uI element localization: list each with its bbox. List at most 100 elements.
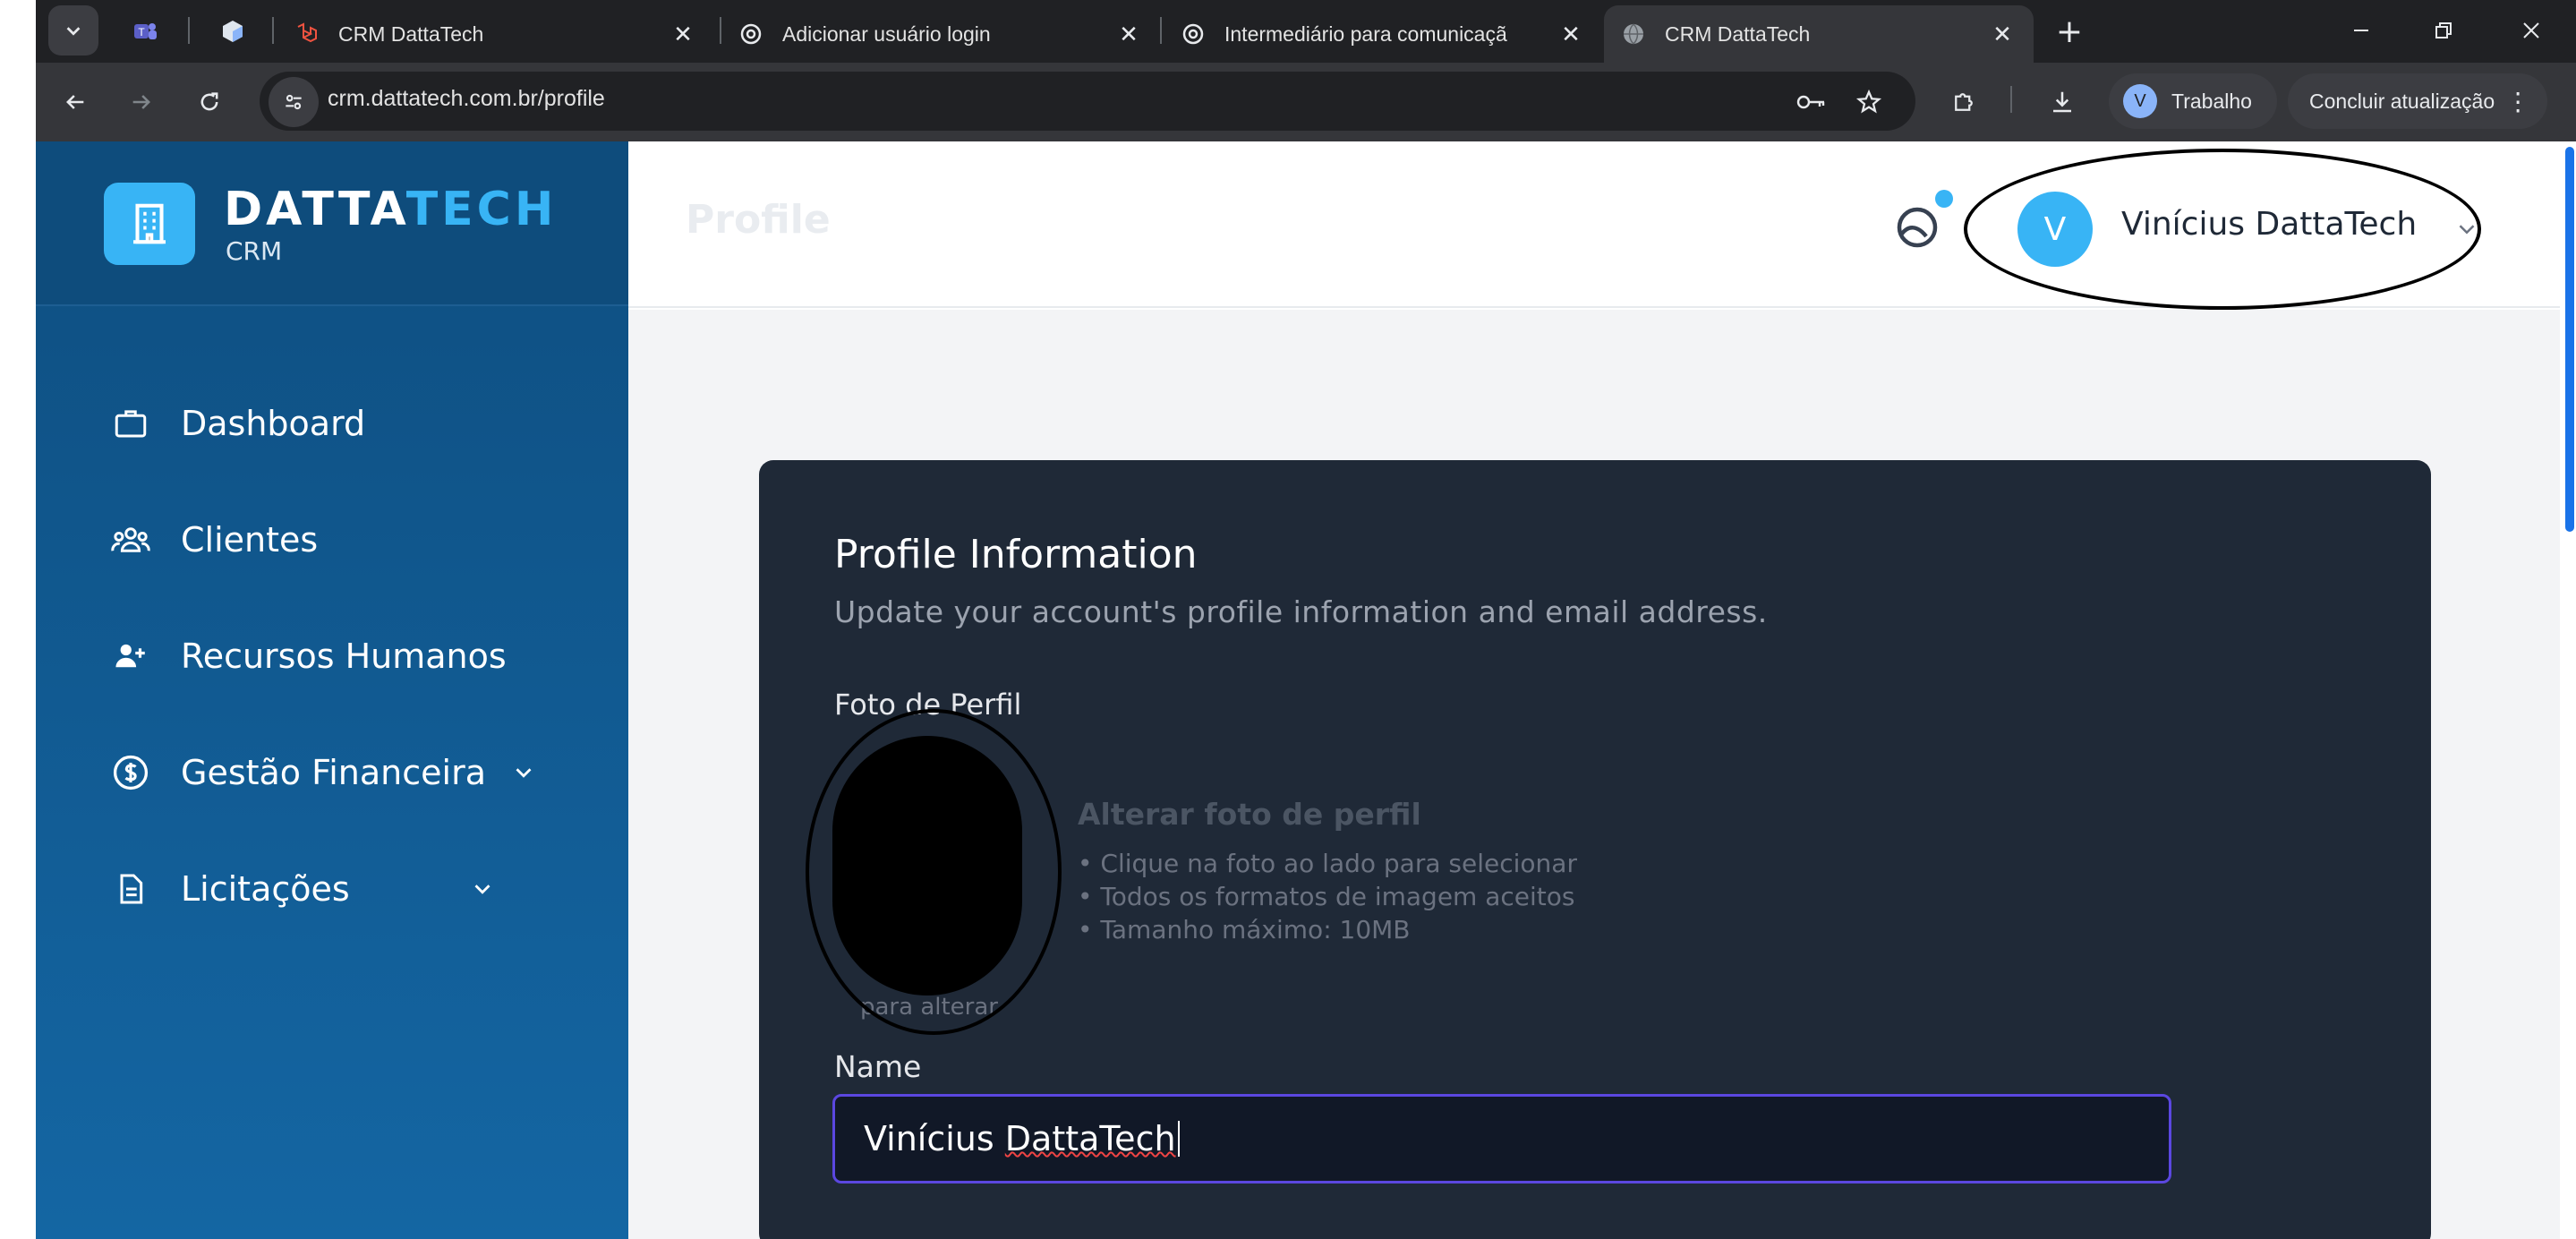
update-label: Concluir atualização [2309,89,2495,113]
dollar-circle-icon [107,749,154,796]
chatgpt-icon [738,21,764,47]
building-icon [133,203,166,244]
download-icon [2053,91,2071,113]
sidebar-item-label: Dashboard [181,404,366,443]
user-plus-icon [107,633,154,679]
update-button[interactable]: Concluir atualização ⋮ [2288,73,2547,129]
sidebar-item-label: Recursos Humanos [181,637,507,676]
document-icon [107,866,154,912]
profile-avatar: V [2123,84,2157,118]
restore-icon [2435,22,2452,38]
brand-name-part2: TECH [405,183,558,236]
extensions-button[interactable] [1939,77,1989,127]
bookmark-button[interactable] [1844,77,1894,127]
close-icon[interactable]: ✕ [1987,19,2017,49]
pinned-tab-app[interactable] [208,9,258,54]
name-input-second: DattaTech [1004,1119,1176,1158]
notification-badge [1935,190,1953,208]
tab-separator [272,17,274,44]
close-window-button[interactable] [2486,5,2576,56]
screen: T CRM DattaTech ✕ Adicionar usuário logi… [0,0,2576,1239]
downloads-button[interactable] [2037,77,2087,127]
browser-profile-button[interactable]: V Trabalho [2109,73,2277,129]
tab-intermediario[interactable]: Intermediário para comunicaçã ✕ [1164,5,1602,63]
left-gutter [0,0,36,1239]
sidebar-item-recursos-humanos[interactable]: Recursos Humanos [107,625,573,688]
key-icon [1796,95,1825,109]
arrow-left-icon [66,95,84,109]
change-photo-tip: • Tamanho máximo: 10MB [1078,915,1411,944]
annotation-ellipse [1964,149,2481,310]
close-icon[interactable]: ✕ [1556,19,1586,49]
annotation-ellipse [806,709,1062,1035]
new-tab-button[interactable]: + [2047,9,2092,54]
scrollbar-thumb[interactable] [2565,147,2574,532]
restore-button[interactable] [2399,5,2488,56]
close-icon [2523,22,2539,38]
users-group-icon [107,517,154,563]
sidebar-item-label: Gestão Financeira [181,753,486,792]
profile-label: Trabalho [2171,89,2252,113]
puzzle-icon [1955,93,1973,111]
globe-icon [1620,21,1647,47]
card-title: Profile Information [834,532,1198,577]
tab-title: CRM DattaTech [338,21,484,46]
chatgpt-icon [1180,21,1207,47]
minimize-icon [2354,30,2368,31]
notification-icon [1897,207,1938,248]
sidebar-item-label: Clientes [181,520,319,560]
name-label: Name [834,1049,922,1084]
reload-icon [200,92,218,111]
tab-adicionar-usuario[interactable]: Adicionar usuário login ✕ [721,5,1160,63]
chevron-down-icon[interactable] [466,873,499,905]
sidebar-item-gestao-financeira[interactable]: Gestão Financeira [107,741,573,804]
forward-button[interactable] [116,77,166,127]
page-title: Profile [686,197,831,243]
change-photo-title: Alterar foto de perfil [1078,797,1421,832]
sidebar-item-licitacoes[interactable]: Licitações [107,858,573,920]
more-vert-icon: ⋮ [2505,87,2531,115]
star-icon [1855,89,1882,114]
change-photo-tip: • Todos os formatos de imagem aceitos [1078,882,1575,911]
text-caret [1177,1121,1180,1157]
reload-button[interactable] [184,77,235,127]
brand-name-part1: DATTA [224,183,406,236]
tab-crm-1[interactable]: CRM DattaTech ✕ [277,5,714,63]
chevron-down-icon [66,27,81,36]
logo[interactable] [104,183,195,265]
tab-title: CRM DattaTech [1665,21,1811,46]
tab-search-button[interactable] [48,5,98,56]
tune-icon [286,94,302,110]
sidebar-item-dashboard[interactable]: Dashboard [107,392,573,455]
tab-title: Adicionar usuário login [782,21,991,46]
svg-text:T: T [138,26,145,38]
pinned-tab-teams[interactable]: T [120,9,170,54]
briefcase-icon [107,400,154,447]
plus-icon: + [2055,13,2084,50]
brand-name: DATTATECH [224,183,557,236]
tab-crm-active[interactable]: CRM DattaTech ✕ [1604,5,2034,63]
cube-icon [223,21,243,42]
brand-subtitle: CRM [226,236,283,266]
laravel-icon [294,21,320,47]
tab-separator [1160,17,1162,44]
tab-title: Intermediário para comunicaçã [1224,21,1507,46]
url-text[interactable]: crm.dattatech.com.br/profile [328,86,605,112]
site-info-button[interactable] [269,77,319,127]
tab-separator [188,17,190,44]
minimize-button[interactable] [2316,5,2406,56]
close-icon[interactable]: ✕ [1113,19,1144,49]
sidebar-item-clientes[interactable]: Clientes [107,508,573,571]
teams-icon: T [134,23,157,39]
card-description: Update your account's profile informatio… [834,594,1768,629]
password-key-button[interactable] [1787,77,1837,127]
name-input[interactable]: Vinícius DattaTech [832,1094,2171,1183]
toolbar-separator [2010,86,2012,113]
arrow-right-icon [132,95,150,109]
close-icon[interactable]: ✕ [668,19,698,49]
back-button[interactable] [50,77,100,127]
name-input-first: Vinícius [864,1119,994,1158]
sidebar-item-label: Licitações [181,869,350,909]
change-photo-tip: • Clique na foto ao lado para selecionar [1078,849,1577,878]
chevron-down-icon[interactable] [508,756,540,789]
